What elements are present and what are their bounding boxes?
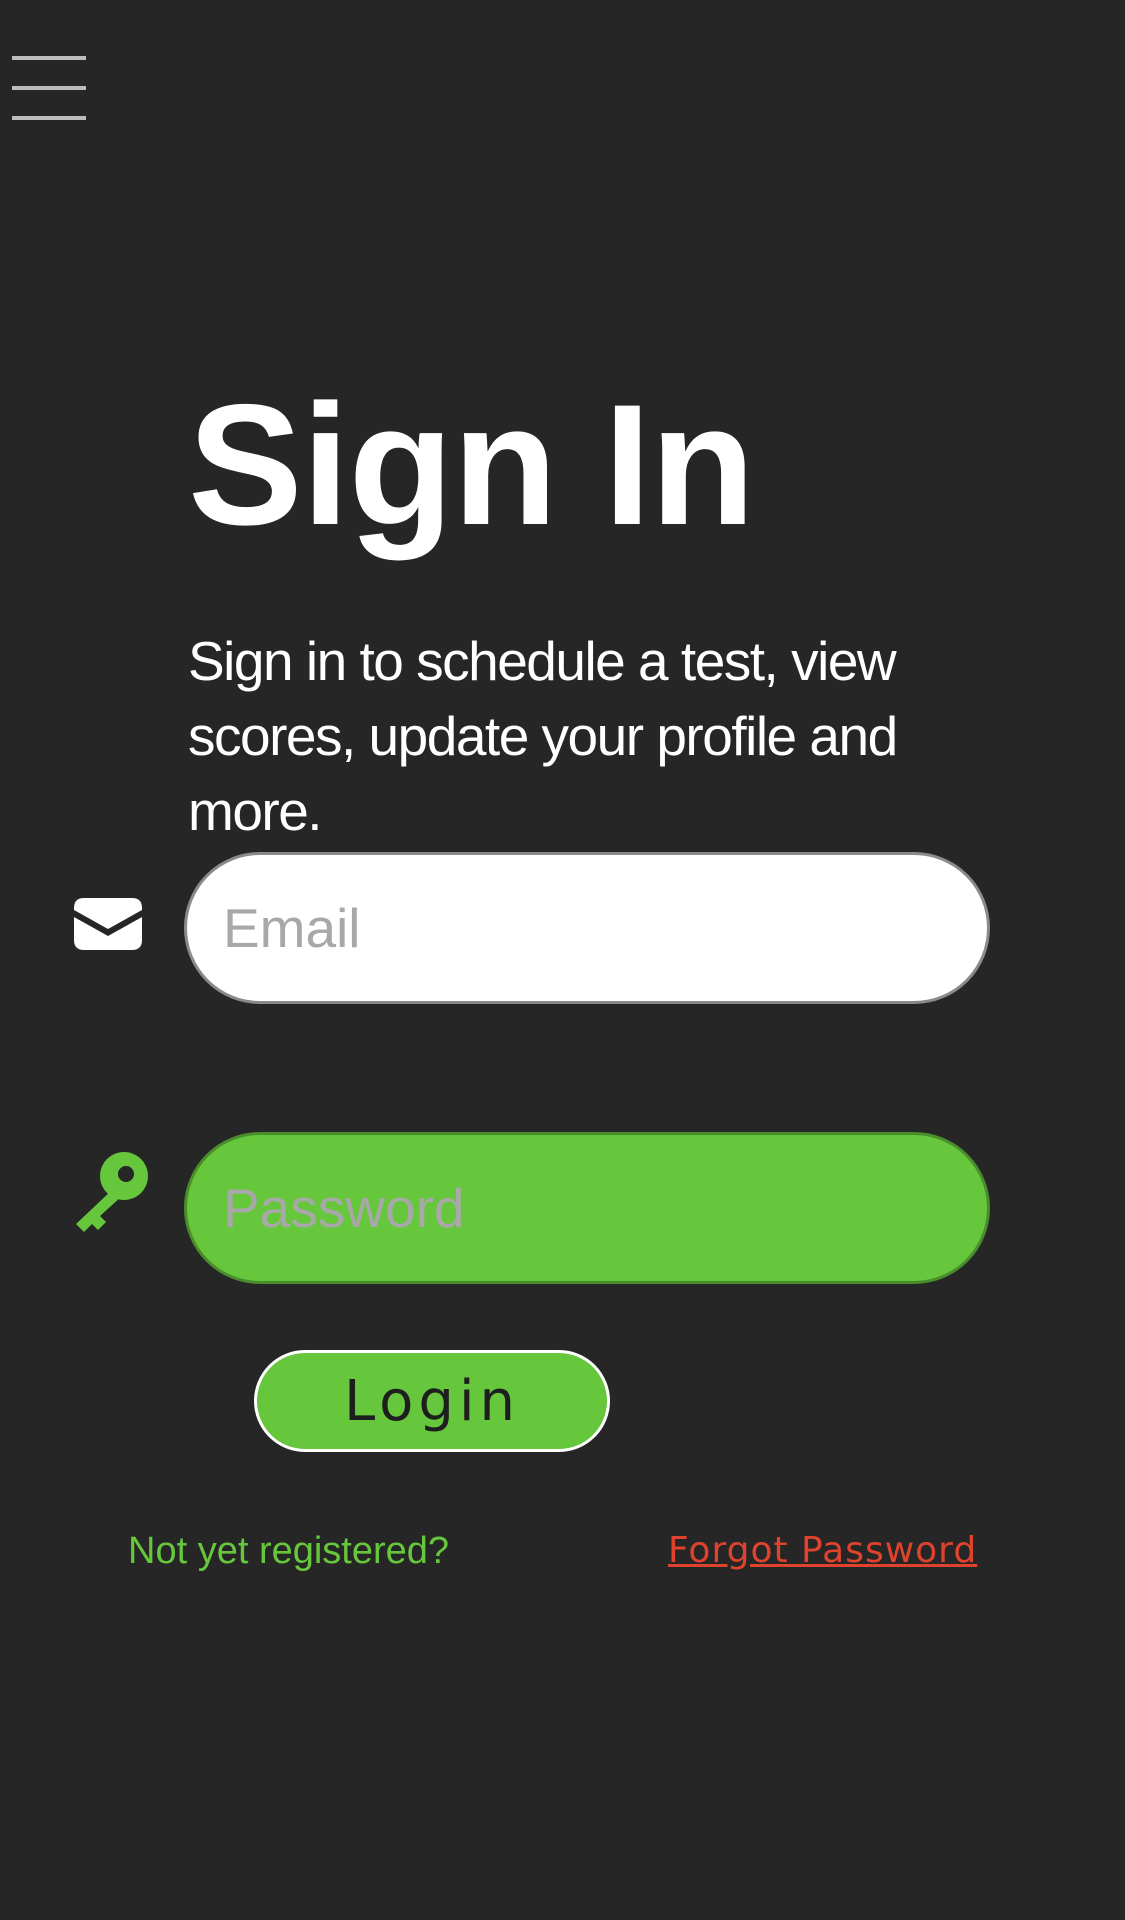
menu-button[interactable] (12, 54, 88, 126)
login-button[interactable]: Login (254, 1350, 610, 1452)
password-field[interactable] (184, 1132, 990, 1284)
email-field[interactable] (184, 852, 990, 1004)
page-subtitle: Sign in to schedule a test, view scores,… (188, 630, 898, 842)
page-title: Sign In (188, 369, 755, 561)
key-icon (76, 1152, 148, 1232)
hamburger-menu-icon (12, 56, 86, 60)
envelope-icon (74, 898, 142, 950)
register-link[interactable]: Not yet registered? (128, 1530, 449, 1573)
forgot-password-link[interactable]: Forgot Password (668, 1530, 977, 1571)
